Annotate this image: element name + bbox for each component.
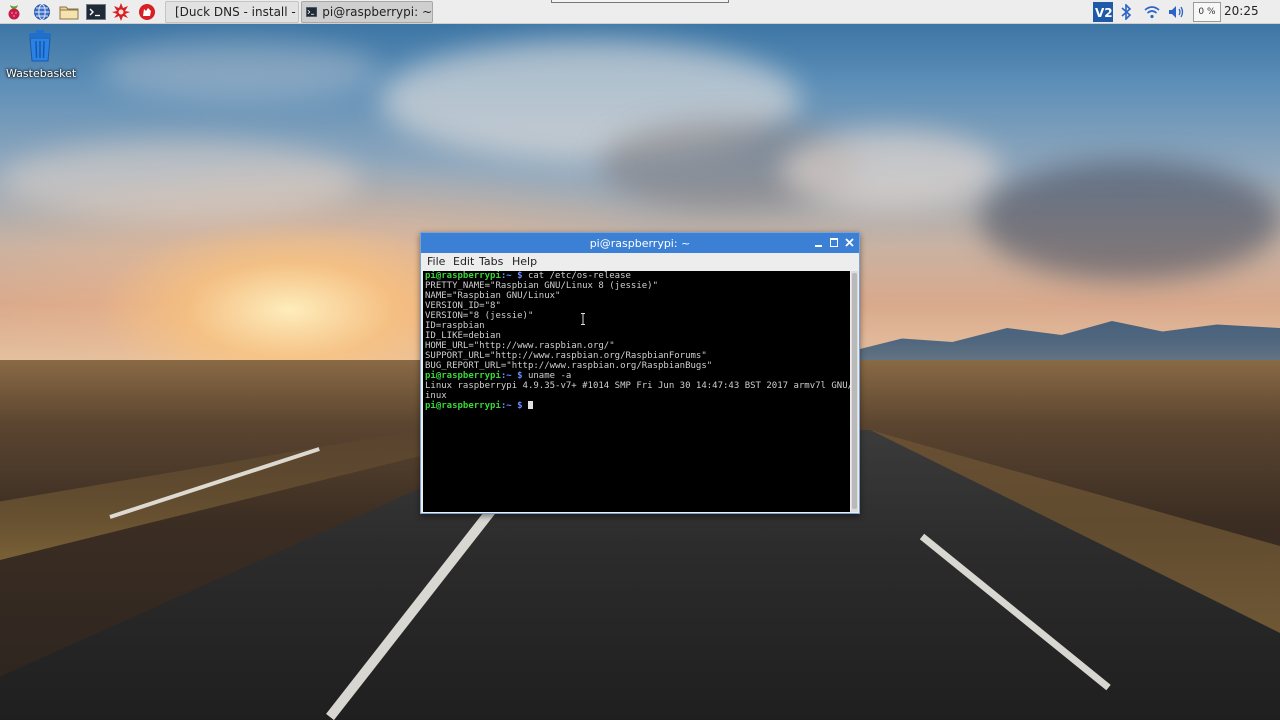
- file-manager-launcher[interactable]: [58, 2, 80, 22]
- output-line: ID_LIKE=debian: [425, 331, 501, 341]
- cpu-usage-text: 0 %: [1198, 7, 1216, 17]
- menu-edit[interactable]: Edit: [453, 255, 474, 268]
- task-chromium[interactable]: [Duck DNS - install - ...: [165, 1, 299, 23]
- wolfram-launcher[interactable]: [136, 2, 158, 22]
- terminal-console[interactable]: pi@raspberrypi:~ $ cat /etc/os-release P…: [423, 271, 850, 512]
- desktop-icon-wastebasket[interactable]: Wastebasket: [6, 30, 77, 80]
- menu-file[interactable]: File: [427, 255, 445, 268]
- window-titlebar[interactable]: pi@raspberrypi: ~: [421, 233, 859, 253]
- prompt-path: :~ $: [500, 371, 523, 381]
- bluetooth-icon: [1121, 4, 1132, 20]
- volume-button[interactable]: [1167, 2, 1187, 22]
- output-line: inux: [425, 391, 447, 401]
- output-line: HOME_URL="http://www.raspbian.org/": [425, 341, 615, 351]
- command-text: cat /etc/os-release: [527, 271, 631, 281]
- cloud: [100, 40, 380, 100]
- task-label: pi@raspberrypi: ~: [322, 5, 432, 19]
- ibeam-cursor-icon: [581, 313, 585, 325]
- text-cursor: [527, 401, 533, 409]
- scrollbar-thumb[interactable]: [852, 273, 857, 509]
- menu-help[interactable]: Help: [512, 255, 537, 268]
- vnc-icon: V2: [1093, 2, 1113, 22]
- vnc-server-button[interactable]: V2: [1092, 2, 1114, 22]
- output-line: PRETTY_NAME="Raspbian GNU/Linux 8 (jessi…: [425, 281, 658, 291]
- window-title: pi@raspberrypi: ~: [589, 237, 691, 250]
- output-line: VERSION_ID="8": [425, 301, 501, 311]
- close-icon: [845, 238, 854, 247]
- taskbar: [Duck DNS - install - ... pi@raspberrypi…: [0, 0, 1280, 24]
- cloud: [780, 130, 1000, 210]
- menu-tabs[interactable]: Tabs: [479, 255, 503, 268]
- wolf-icon: [139, 4, 155, 20]
- raspberry-icon: [8, 5, 20, 20]
- terminal-icon: [306, 6, 318, 18]
- output-line: Linux raspberrypi 4.9.35-v7+ #1014 SMP F…: [425, 381, 850, 391]
- wifi-button[interactable]: [1143, 2, 1161, 22]
- bluetooth-button[interactable]: [1118, 2, 1134, 22]
- maximize-icon: [829, 238, 838, 247]
- output-line: VERSION="8 (jessie)": [425, 311, 534, 321]
- minimize-icon: [815, 244, 822, 247]
- prompt-user: pi@raspberrypi: [425, 371, 501, 381]
- trash-icon: [29, 30, 51, 62]
- prompt-user: pi@raspberrypi: [425, 271, 501, 281]
- terminal-window[interactable]: pi@raspberrypi: ~ File Edit Tabs Help pi…: [420, 232, 860, 514]
- command-text: uname -a: [527, 371, 572, 381]
- star-burst-icon: [112, 3, 130, 21]
- prompt-path: :~ $: [500, 271, 523, 281]
- terminal-scrollbar[interactable]: [851, 271, 858, 512]
- cpu-usage-monitor[interactable]: 0 %: [1193, 2, 1221, 22]
- output-line: BUG_REPORT_URL="http://www.raspbian.org/…: [425, 361, 713, 371]
- prompt-line: pi@raspberrypi:~ $ uname -a: [425, 371, 848, 381]
- cloud: [0, 140, 360, 220]
- desktop-icon-label: Wastebasket: [6, 67, 77, 80]
- tooltip-edge: [551, 0, 729, 3]
- terminal-launcher[interactable]: [85, 2, 107, 22]
- cloud: [980, 160, 1280, 280]
- task-label: [Duck DNS - install - ...: [175, 5, 299, 19]
- wifi-icon: [1144, 6, 1160, 19]
- prompt-path: :~ $: [500, 401, 523, 411]
- minimize-button[interactable]: [812, 236, 825, 249]
- mathematica-launcher[interactable]: [110, 2, 132, 22]
- close-button[interactable]: [843, 236, 856, 249]
- folder-icon: [59, 6, 79, 20]
- prompt-line: pi@raspberrypi:~ $ cat /etc/os-release: [425, 271, 848, 281]
- globe-icon: [34, 4, 50, 20]
- output-line: SUPPORT_URL="http://www.raspbian.org/Ras…: [425, 351, 707, 361]
- terminal-icon: [86, 4, 106, 20]
- menubar: File Edit Tabs Help: [421, 253, 859, 271]
- output-line: NAME="Raspbian GNU/Linux": [425, 291, 561, 301]
- svg-text:V2: V2: [1095, 6, 1113, 20]
- prompt-user: pi@raspberrypi: [425, 401, 501, 411]
- web-browser-launcher[interactable]: [31, 2, 53, 22]
- maximize-button[interactable]: [827, 236, 840, 249]
- output-line: ID=raspbian: [425, 321, 485, 331]
- volume-icon: [1169, 6, 1184, 18]
- raspberry-menu-button[interactable]: [3, 2, 25, 22]
- prompt-line: pi@raspberrypi:~ $: [425, 401, 848, 411]
- clock[interactable]: 20:25: [1224, 4, 1259, 18]
- task-terminal[interactable]: pi@raspberrypi: ~: [301, 1, 433, 23]
